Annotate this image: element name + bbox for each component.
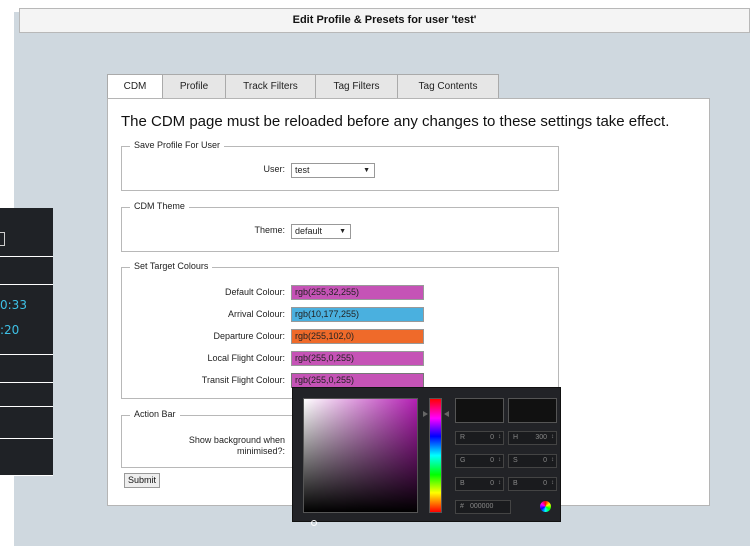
screen: Edit Profile & Presets for user 'test' 0… [0, 0, 750, 546]
tab-tag-contents[interactable]: Tag Contents [397, 74, 499, 99]
default-colour-label: Default Colour: [224, 287, 285, 297]
theme-select-value: default [295, 226, 323, 236]
tab-tag-filters[interactable]: Tag Filters [315, 74, 398, 99]
left-side-panel: 0:33 :20 [0, 208, 53, 476]
default-colour-input[interactable]: rgb(255,32,255) [291, 285, 424, 300]
red-field[interactable]: R 0 ↕ [455, 431, 504, 445]
saturation-value: 0 [543, 457, 547, 464]
cdm-theme-legend: CDM Theme [130, 201, 189, 211]
hue-field[interactable]: H 300 ↕ [508, 431, 557, 445]
reload-notice: The CDM page must be reloaded before any… [121, 113, 670, 130]
local-flight-colour-label: Local Flight Colour: [207, 353, 285, 363]
tab-bar: CDM Profile Track Filters Tag Filters Ta… [107, 74, 499, 100]
brightness-value: 0 [543, 480, 547, 487]
left-panel-row[interactable] [0, 355, 53, 383]
hue-arrow-left-icon [423, 411, 428, 417]
left-panel-row[interactable] [0, 208, 53, 257]
local-flight-colour-input[interactable]: rgb(255,0,255) [291, 351, 424, 366]
spinner-icon[interactable]: ↕ [498, 480, 501, 486]
departure-colour-label: Departure Colour: [213, 331, 285, 341]
transit-flight-colour-label: Transit Flight Colour: [201, 375, 285, 385]
user-label: User: [263, 164, 285, 174]
arrival-colour-label: Arrival Colour: [227, 309, 285, 319]
color-picker-popup: R 0 ↕ H 300 ↕ G 0 ↕ S 0 ↕ B 0 ↕ B 0 ↕ # … [292, 387, 561, 526]
spinner-icon[interactable]: ↕ [551, 434, 554, 440]
red-label: R [460, 434, 466, 441]
theme-label: Theme: [254, 225, 285, 235]
picker-cursor-icon[interactable] [311, 520, 317, 526]
left-panel-row[interactable] [0, 407, 53, 439]
spinner-icon[interactable]: ↕ [551, 457, 554, 463]
left-panel-row[interactable] [0, 383, 53, 407]
chevron-down-icon: ▼ [339, 228, 346, 235]
submit-button[interactable]: Submit [124, 473, 161, 488]
saturation-field[interactable]: S 0 ↕ [508, 454, 557, 468]
action-bar-label-line1: Show background when [188, 435, 285, 445]
saturation-brightness-area[interactable] [303, 398, 418, 526]
user-select[interactable]: test ▼ [291, 163, 375, 178]
user-select-value: test [295, 165, 310, 175]
hex-field[interactable]: # 000000 [455, 500, 511, 514]
hex-value: 000000 [470, 503, 494, 510]
hex-label: # [460, 503, 464, 510]
hue-slider[interactable] [429, 398, 442, 513]
color-wheel-icon[interactable] [540, 501, 551, 512]
left-panel-row[interactable] [0, 257, 53, 285]
action-bar-label-line2: minimised?: [236, 446, 285, 456]
target-colours-legend: Set Target Colours [130, 261, 213, 271]
time-value: :20 [0, 323, 20, 337]
spinner-icon[interactable]: ↕ [551, 480, 554, 486]
brightness-field[interactable]: B 0 ↕ [508, 477, 557, 491]
left-panel-row[interactable] [0, 439, 53, 476]
green-field[interactable]: G 0 ↕ [455, 454, 504, 468]
action-bar-legend: Action Bar [130, 409, 180, 419]
hue-value: 300 [535, 434, 547, 441]
page-title: Edit Profile & Presets for user 'test' [19, 8, 750, 33]
spinner-icon[interactable]: ↕ [498, 434, 501, 440]
blue-label: B [460, 480, 465, 487]
green-value: 0 [490, 457, 494, 464]
tab-profile[interactable]: Profile [162, 74, 226, 99]
spinner-icon[interactable]: ↕ [498, 457, 501, 463]
checkbox-icon[interactable] [0, 232, 5, 246]
tab-track-filters[interactable]: Track Filters [225, 74, 316, 99]
chevron-down-icon: ▼ [363, 167, 370, 174]
blue-field[interactable]: B 0 ↕ [455, 477, 504, 491]
departure-colour-input[interactable]: rgb(255,102,0) [291, 329, 424, 344]
left-panel-row[interactable]: 0:33 :20 [0, 285, 53, 355]
transit-flight-colour-input[interactable]: rgb(255,0,255) [291, 373, 424, 388]
blue-value: 0 [490, 480, 494, 487]
time-value: 0:33 [0, 298, 27, 312]
brightness-label: B [513, 480, 518, 487]
save-profile-legend: Save Profile For User [130, 140, 225, 150]
red-value: 0 [490, 434, 494, 441]
saturation-label: S [513, 457, 518, 464]
hue-label: H [513, 434, 519, 441]
arrival-colour-input[interactable]: rgb(10,177,255) [291, 307, 424, 322]
green-label: G [460, 457, 466, 464]
hue-arrow-right-icon [444, 411, 449, 417]
tab-cdm[interactable]: CDM [107, 74, 163, 100]
theme-select[interactable]: default ▼ [291, 224, 351, 239]
current-color-swatch [508, 398, 557, 423]
new-color-swatch [455, 398, 504, 423]
